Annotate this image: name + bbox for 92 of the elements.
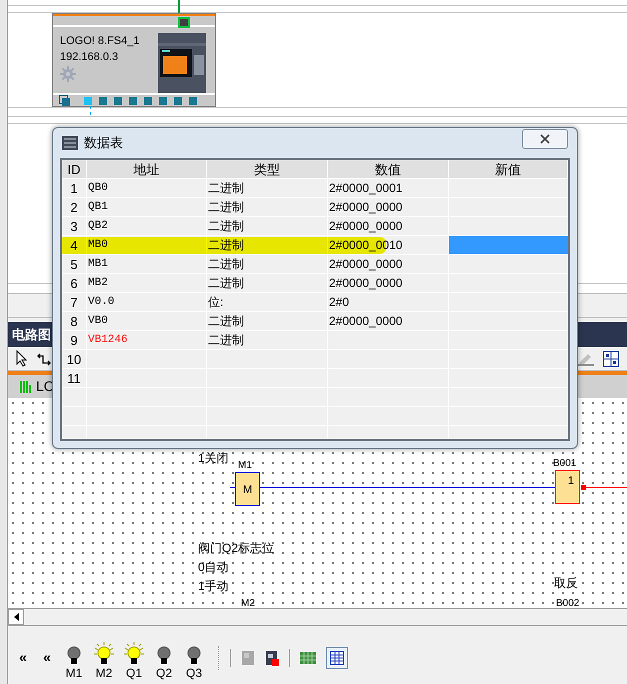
table-cell: V0.0 [87, 293, 207, 311]
row-id: 2 [62, 198, 87, 216]
port-square[interactable] [189, 96, 197, 104]
table-cell: 二进制 [207, 179, 328, 197]
dialog-title: 数据表 [84, 134, 123, 152]
table-cell: 2#0000_0000 [328, 217, 449, 235]
device-name: LOGO! 8.FS4_1 [60, 34, 140, 49]
table-cell: 2#0000_0000 [328, 255, 449, 273]
column-header[interactable]: 地址 [87, 160, 207, 178]
diagram-comment: 1关闭 [198, 450, 229, 466]
block-label: M1 [238, 460, 252, 472]
lamp-label: M1 [66, 666, 82, 680]
table-cell: QB2 [87, 217, 207, 235]
lamp-label: Q1 [126, 666, 142, 680]
module-icon[interactable] [241, 650, 255, 666]
row-id: 11 [62, 369, 87, 387]
port-square[interactable] [159, 96, 167, 104]
close-button[interactable] [522, 129, 568, 149]
column-header[interactable]: 数值 [328, 160, 449, 178]
lamp-label: Q3 [186, 666, 202, 680]
close-icon [540, 134, 550, 144]
port-square[interactable] [99, 96, 107, 104]
row-id: 10 [62, 350, 87, 368]
row-id: 7 [62, 293, 87, 311]
block-caption: 取反 [554, 575, 578, 591]
diagram-comment: 1手动 [198, 578, 229, 594]
column-header[interactable]: 类型 [207, 160, 328, 178]
block-label: M2 [241, 598, 255, 608]
table-cell: VB0 [87, 312, 207, 330]
collapse-button[interactable]: « [40, 646, 54, 668]
device-card[interactable]: LOGO! 8.FS4_1 192.168.0.3 [52, 13, 216, 107]
selected-cell[interactable] [449, 236, 568, 254]
gear-icon [60, 66, 76, 82]
number-grid-icon[interactable] [603, 350, 619, 366]
diagram-comment: 0自动 [198, 559, 229, 575]
panel-title: 电路图 [12, 326, 51, 344]
bars-icon [20, 380, 32, 394]
table-cell: VB1246 [87, 331, 207, 349]
logo-app-icon [62, 136, 78, 150]
port-square[interactable] [174, 96, 182, 104]
lamp-label: M2 [96, 666, 112, 680]
port-square[interactable] [144, 96, 152, 104]
table-cell: 二进制 [207, 274, 328, 292]
function-block[interactable]: M [235, 472, 260, 506]
table-cell: 二进制 [207, 312, 328, 330]
function-block[interactable]: 1 [555, 470, 580, 504]
table-cell: 位: [207, 293, 328, 311]
table-cell: 2#0000_0000 [328, 312, 449, 330]
table-icon [330, 651, 344, 665]
port-square[interactable] [114, 96, 122, 104]
table-cell: MB1 [87, 255, 207, 273]
scroll-left-button[interactable] [8, 609, 24, 625]
table-cell: 二进制 [207, 217, 328, 235]
left-arrow-icon [14, 613, 18, 621]
table-cell: QB0 [87, 179, 207, 197]
device-ip: 192.168.0.3 [60, 50, 120, 65]
row-id: 6 [62, 274, 87, 292]
row-id: 9 [62, 331, 87, 349]
table-cell: 二进制 [207, 331, 328, 349]
port-square[interactable] [129, 96, 137, 104]
plc-module-drawing [158, 33, 206, 93]
lamp-label: Q2 [156, 666, 172, 680]
table-cell: 2#0000_0000 [328, 274, 449, 292]
grid-icon[interactable] [300, 652, 316, 664]
column-header[interactable]: ID [62, 160, 87, 178]
table-cell: 2#0000_0000 [328, 198, 449, 216]
row-id: 5 [62, 255, 87, 273]
block-label: B002 [556, 598, 580, 608]
ethernet-port[interactable] [178, 17, 190, 28]
module-stop-icon[interactable] [265, 650, 279, 666]
table-cell: QB1 [87, 198, 207, 216]
collapse-button[interactable]: « [16, 646, 30, 668]
copy-icon [59, 95, 70, 106]
pointer-icon[interactable] [16, 350, 28, 367]
block-label: B001 [553, 458, 576, 470]
row-id: 1 [62, 179, 87, 197]
row-id: 3 [62, 217, 87, 235]
table-cell: 2#0000_0001 [328, 179, 449, 197]
block-symbol: 1 [568, 474, 574, 489]
horizontal-scrollbar[interactable] [8, 608, 627, 626]
table-cell: 二进制 [207, 198, 328, 216]
row-id: 8 [62, 312, 87, 330]
diagram-comment: 阀门Q2标志位 [198, 540, 274, 556]
output-pin [581, 485, 586, 490]
table-cell: MB2 [87, 274, 207, 292]
port-connector [90, 106, 91, 115]
table-cell: 2#0 [328, 293, 449, 311]
connector-icon[interactable] [36, 350, 52, 366]
column-header[interactable]: 新值 [449, 160, 568, 178]
block-symbol: M [243, 483, 252, 498]
table-cell: 二进制 [207, 255, 328, 273]
table-view-button[interactable] [326, 647, 348, 669]
